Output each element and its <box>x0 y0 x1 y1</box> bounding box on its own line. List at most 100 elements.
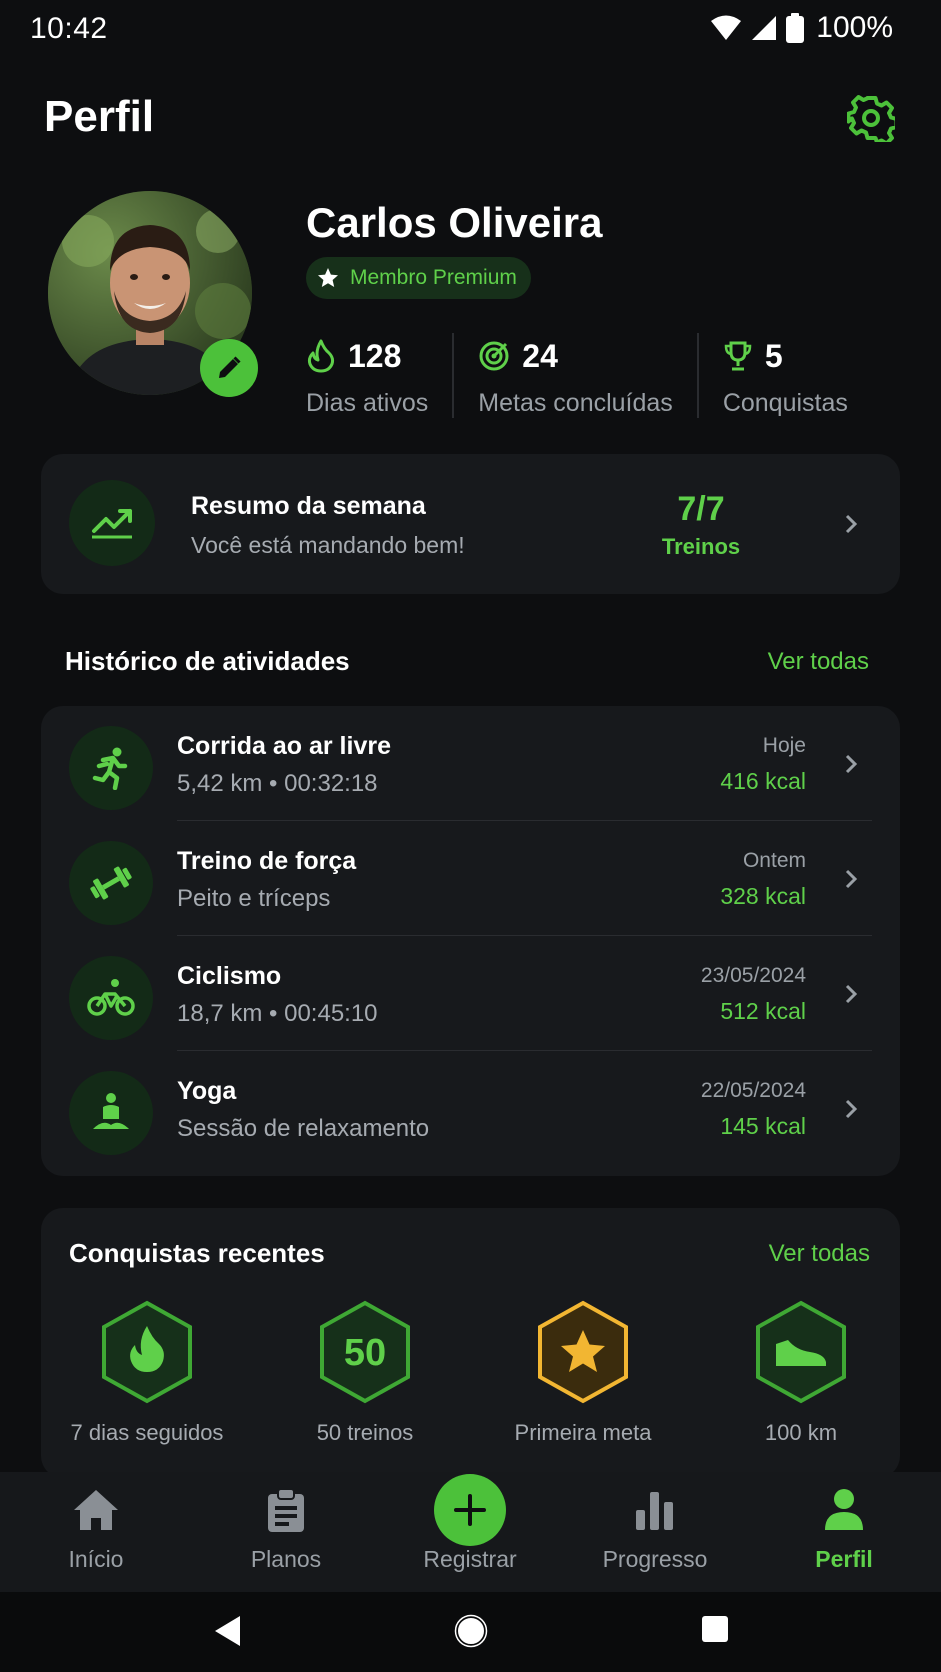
bicycle-icon <box>87 979 135 1016</box>
bottom-navigation: Início Planos Registrar Progresso Perfil <box>0 1472 941 1592</box>
battery-percentage: 100% <box>816 11 893 44</box>
activity-item-running[interactable]: Corrida ao ar livre 5,42 km • 00:32:18 H… <box>41 706 900 821</box>
activity-history-title: Histórico de atividades <box>65 646 350 676</box>
home-button-icon[interactable] <box>454 1614 488 1648</box>
premium-badge: Membro Premium <box>306 257 531 299</box>
activity-item-cycling[interactable]: Ciclismo 18,7 km • 00:45:10 23/05/2024 5… <box>41 936 900 1051</box>
chevron-right-icon <box>845 869 858 889</box>
nav-label: Perfil <box>815 1546 873 1572</box>
nav-label: Início <box>68 1546 124 1572</box>
avatar-container <box>48 191 258 397</box>
activity-date: 22/05/2024 <box>700 1079 806 1102</box>
achievement-item[interactable]: Primeira meta <box>483 1300 683 1446</box>
achievement-item[interactable]: 7 dias seguidos <box>47 1300 247 1446</box>
activity-detail: Sessão de relaxamento <box>177 1115 430 1142</box>
week-summary-title: Resumo da semana <box>191 492 426 520</box>
flame-icon <box>307 339 335 373</box>
activity-icon-container <box>69 956 153 1040</box>
nav-item-register[interactable]: Registrar <box>380 1472 560 1592</box>
badge-number-text: 50 <box>344 1332 386 1374</box>
page-header: Perfil <box>0 80 941 160</box>
achievement-label: Primeira meta <box>514 1420 652 1445</box>
stat-active-days: 128 Dias ativos <box>306 333 452 418</box>
activity-kcal: 512 kcal <box>720 998 806 1024</box>
signal-icon <box>752 16 777 40</box>
trend-icon-container <box>69 480 155 566</box>
chevron-right-icon <box>845 514 858 534</box>
activity-kcal: 416 kcal <box>720 768 806 794</box>
activity-kcal: 328 kcal <box>720 883 806 909</box>
chevron-right-icon <box>845 754 858 774</box>
stat-label: Metas concluídas <box>478 389 673 417</box>
nav-item-progress[interactable]: Progresso <box>565 1472 745 1592</box>
activity-date: 23/05/2024 <box>700 964 806 987</box>
achievement-label: 50 treinos <box>316 1420 414 1445</box>
stat-achievements: 5 Conquistas <box>696 333 872 418</box>
star-icon <box>318 268 338 287</box>
trophy-icon <box>724 341 752 371</box>
profile-section: Carlos Oliveira Membro Premium 128 Dias … <box>0 185 941 425</box>
target-icon <box>479 341 509 371</box>
activity-item-yoga[interactable]: Yoga Sessão de relaxamento 22/05/2024 14… <box>41 1051 900 1166</box>
activity-date: Hoje <box>762 734 806 757</box>
edit-avatar-button[interactable] <box>200 339 258 397</box>
activity-detail: Peito e tríceps <box>177 885 331 912</box>
activity-name: Treino de força <box>177 847 357 875</box>
week-summary-subtitle: Você está mandando bem! <box>191 532 465 558</box>
number-badge-icon: 50 <box>320 1300 410 1404</box>
flame-badge-icon <box>102 1300 192 1404</box>
activity-see-all-link[interactable]: Ver todas <box>768 648 869 676</box>
activity-name: Corrida ao ar livre <box>177 732 391 760</box>
achievements-see-all-link[interactable]: Ver todas <box>769 1240 870 1268</box>
page-title: Perfil <box>44 92 155 141</box>
status-time: 10:42 <box>30 12 108 45</box>
dumbbell-icon <box>90 866 132 900</box>
profile-stats: 128 Dias ativos 24 Metas concluídas 5 Co… <box>306 333 872 418</box>
activity-detail: 18,7 km • 00:45:10 <box>177 1000 378 1027</box>
yoga-icon <box>93 1093 129 1129</box>
register-fab[interactable] <box>434 1474 506 1546</box>
stat-goals-completed: 24 Metas concluídas <box>452 333 697 418</box>
achievement-item[interactable]: 50 50 treinos <box>265 1300 465 1446</box>
activity-name: Yoga <box>177 1077 237 1105</box>
activity-icon-container <box>69 1071 153 1155</box>
activity-icon-container <box>69 726 153 810</box>
stat-value: 24 <box>522 337 558 374</box>
activity-icon-container <box>69 841 153 925</box>
achievements-card: Conquistas recentes Ver todas 7 dias seg… <box>41 1208 900 1478</box>
stat-label: Conquistas <box>722 389 848 417</box>
week-summary-value: 7/7 <box>677 490 725 528</box>
week-summary-card[interactable]: Resumo da semana Você está mandando bem!… <box>41 454 900 594</box>
nav-item-plans[interactable]: Planos <box>196 1472 376 1592</box>
wifi-icon <box>711 15 742 40</box>
profile-name: Carlos Oliveira <box>306 199 603 246</box>
clipboard-icon <box>268 1488 304 1532</box>
activity-date: Ontem <box>742 849 806 872</box>
status-bar: 10:42 100% <box>0 0 941 60</box>
activity-name: Ciclismo <box>177 962 282 990</box>
achievement-item[interactable]: 100 km <box>701 1300 901 1446</box>
chevron-right-icon <box>845 984 858 1004</box>
battery-icon <box>786 13 805 43</box>
nav-item-home[interactable]: Início <box>6 1472 186 1592</box>
back-icon[interactable] <box>212 1614 242 1648</box>
activity-kcal: 145 kcal <box>720 1113 806 1139</box>
recents-icon[interactable] <box>700 1614 730 1644</box>
system-navigation-bar <box>0 1592 941 1672</box>
activity-detail: 5,42 km • 00:32:18 <box>177 770 378 797</box>
nav-item-profile[interactable]: Perfil <box>754 1472 934 1592</box>
nav-label: Progresso <box>602 1546 708 1572</box>
shoe-badge-icon <box>756 1300 846 1404</box>
bar-chart-icon <box>636 1492 673 1530</box>
gear-icon[interactable] <box>847 94 895 142</box>
trending-up-icon <box>92 509 132 539</box>
activity-item-strength[interactable]: Treino de força Peito e tríceps Ontem 32… <box>41 821 900 936</box>
chevron-right-icon <box>845 1099 858 1119</box>
plus-icon <box>454 1494 486 1526</box>
nav-label: Registrar <box>423 1546 517 1572</box>
pencil-icon <box>219 356 241 378</box>
premium-badge-label: Membro Premium <box>350 266 517 289</box>
achievement-label: 7 dias seguidos <box>70 1420 224 1445</box>
stat-value: 5 <box>764 337 783 374</box>
home-icon <box>74 1490 118 1530</box>
